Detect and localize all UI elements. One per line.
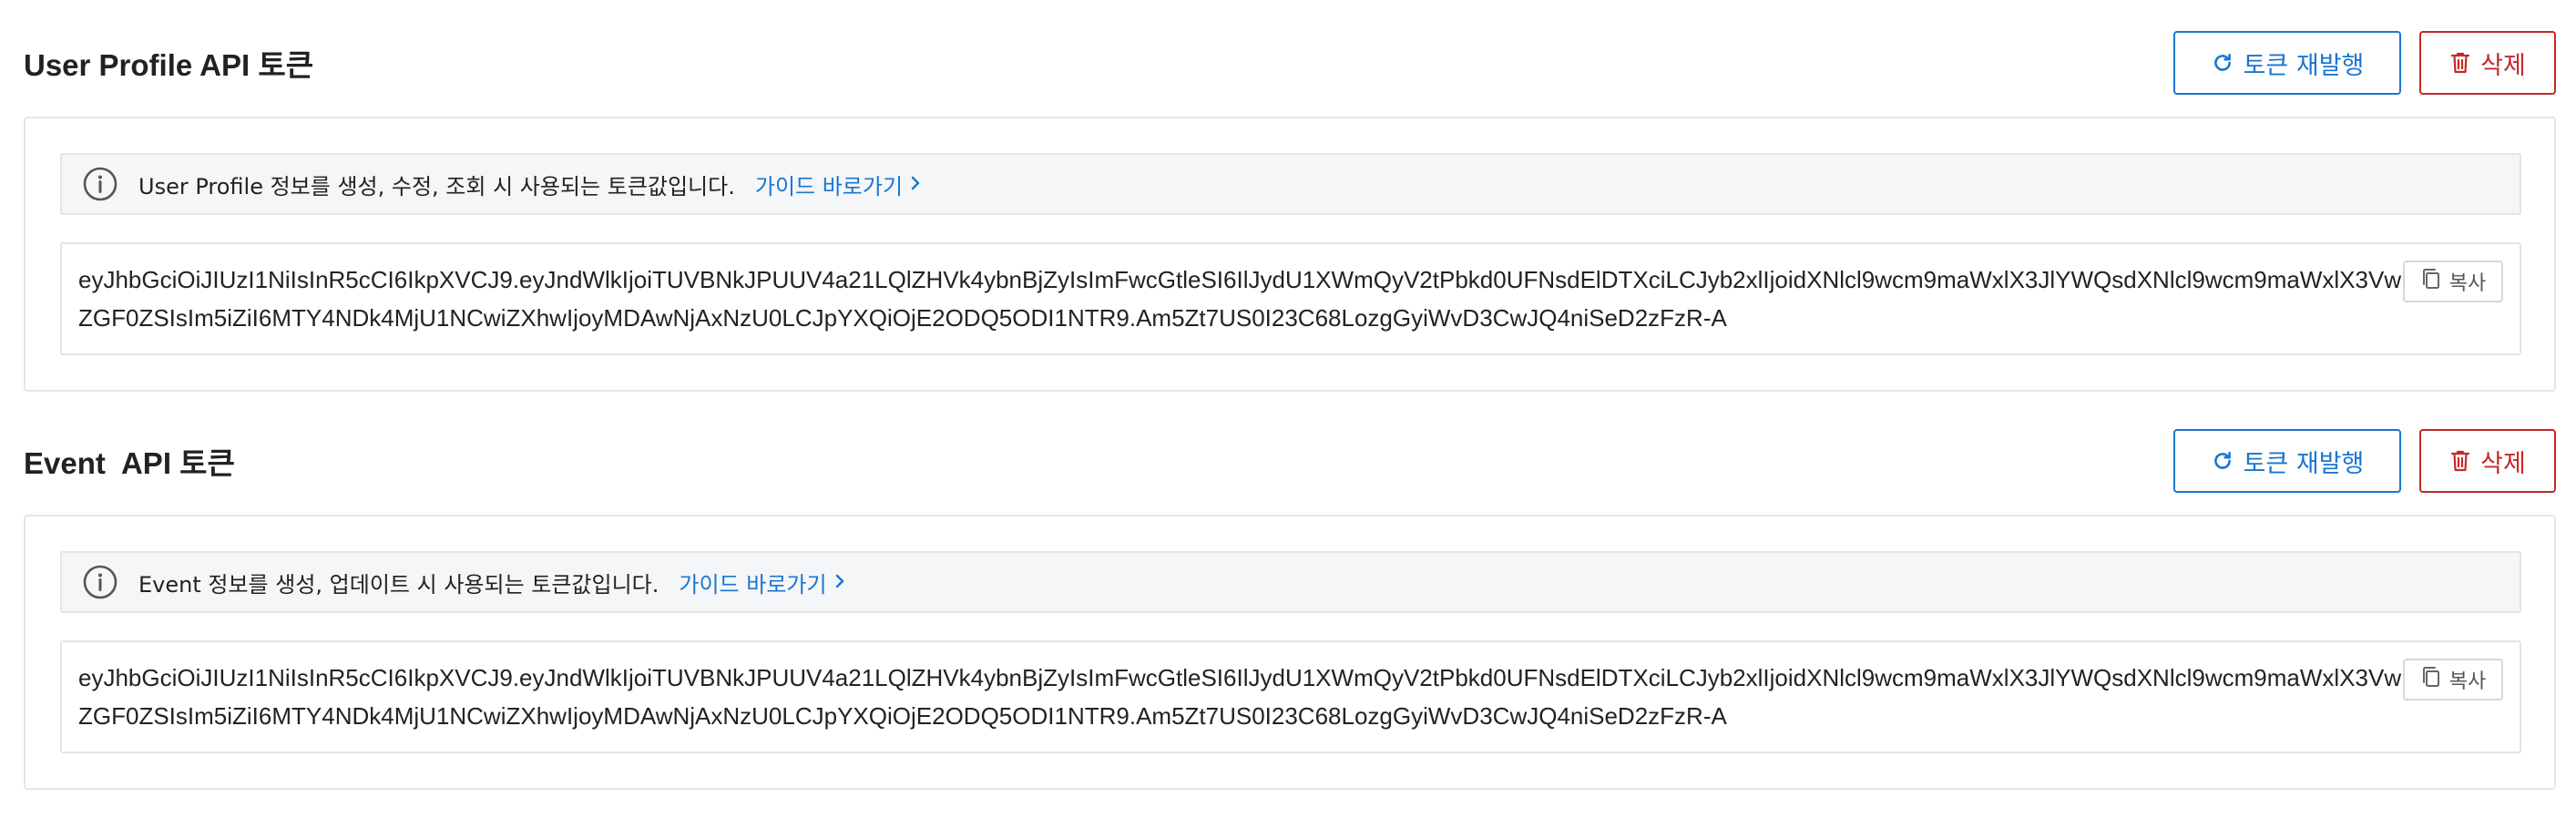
refresh-icon [2211, 51, 2234, 75]
guide-link[interactable]: 가이드 바로가기 [679, 567, 844, 598]
reissue-label: 토큰 재발행 [2243, 449, 2365, 478]
guide-label: 가이드 바로가기 [754, 173, 904, 199]
refresh-icon [2211, 449, 2234, 473]
section-title: Event API 토큰 [24, 446, 235, 480]
token-display: eyJhbGciOiJIUzI1NiIsInR5cCI6IkpXVCJ9.eyJ… [60, 242, 2521, 355]
token-section-event: Event API 토큰 토큰 재발행 삭제 Event 정보를 생성, 업데이… [24, 429, 2556, 790]
guide-label: 가이드 바로가기 [679, 571, 827, 598]
info-circle-icon [82, 564, 118, 600]
info-text: User Profile 정보를 생성, 수정, 조회 시 사용되는 토큰값입니… [138, 173, 735, 199]
delete-label: 삭제 [2480, 51, 2526, 80]
guide-link[interactable]: 가이드 바로가기 [755, 169, 921, 200]
chevron-right-icon [910, 171, 921, 197]
copy-label: 복사 [2448, 670, 2487, 693]
section-title: User Profile API 토큰 [24, 48, 314, 82]
token-section-user-profile: User Profile API 토큰 토큰 재발행 삭제 User Profi… [24, 31, 2556, 392]
copy-token-button[interactable]: 복사 [2403, 261, 2503, 302]
info-bar: User Profile 정보를 생성, 수정, 조회 시 사용되는 토큰값입니… [60, 153, 2521, 215]
delete-token-button[interactable]: 삭제 [2419, 429, 2556, 493]
trash-icon [2449, 449, 2471, 473]
token-value: eyJhbGciOiJIUzI1NiIsInR5cCI6IkpXVCJ9.eyJ… [78, 266, 2402, 332]
token-display: eyJhbGciOiJIUzI1NiIsInR5cCI6IkpXVCJ9.eyJ… [60, 640, 2521, 753]
chevron-right-icon [834, 569, 845, 595]
token-card: Event 정보를 생성, 업데이트 시 사용되는 토큰값입니다. 가이드 바로… [24, 515, 2556, 790]
header-actions: 토큰 재발행 삭제 [2173, 31, 2556, 95]
section-header: Event API 토큰 토큰 재발행 삭제 [24, 429, 2556, 493]
copy-label: 복사 [2448, 272, 2487, 295]
header-actions: 토큰 재발행 삭제 [2173, 429, 2556, 493]
copy-token-button[interactable]: 복사 [2403, 659, 2503, 700]
trash-icon [2449, 51, 2471, 75]
section-header: User Profile API 토큰 토큰 재발행 삭제 [24, 31, 2556, 95]
delete-label: 삭제 [2480, 449, 2526, 478]
reissue-token-button[interactable]: 토큰 재발행 [2173, 429, 2401, 493]
token-value: eyJhbGciOiJIUzI1NiIsInR5cCI6IkpXVCJ9.eyJ… [78, 664, 2402, 730]
copy-icon [2420, 267, 2442, 296]
token-card: User Profile 정보를 생성, 수정, 조회 시 사용되는 토큰값입니… [24, 117, 2556, 392]
reissue-label: 토큰 재발행 [2243, 51, 2365, 80]
info-circle-icon [82, 166, 118, 202]
copy-icon [2420, 665, 2442, 694]
delete-token-button[interactable]: 삭제 [2419, 31, 2556, 95]
info-text: Event 정보를 생성, 업데이트 시 사용되는 토큰값입니다. [138, 571, 659, 598]
info-bar: Event 정보를 생성, 업데이트 시 사용되는 토큰값입니다. 가이드 바로… [60, 551, 2521, 613]
reissue-token-button[interactable]: 토큰 재발행 [2173, 31, 2401, 95]
